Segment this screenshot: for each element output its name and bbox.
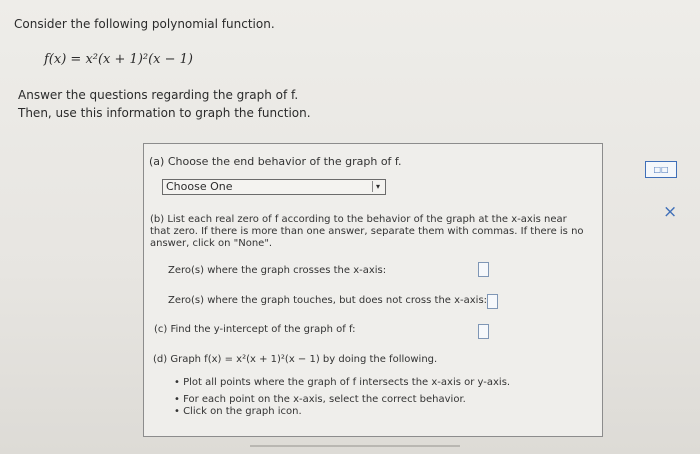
divider <box>250 445 460 447</box>
zero-crosses-input[interactable] <box>478 262 489 277</box>
chevron-down-icon[interactable]: ▾ <box>372 181 383 192</box>
question-line-1: Answer the questions regarding the graph… <box>18 88 299 102</box>
part-b-label: (b) List each real zero of f according t… <box>150 214 584 249</box>
bullet-3: • Click on the graph icon. <box>174 406 302 417</box>
zero-touches-label: Zero(s) where the graph touches, but doe… <box>168 295 488 306</box>
page: Consider the following polynomial functi… <box>0 0 700 454</box>
intro-text: Consider the following polynomial functi… <box>14 17 275 31</box>
bullet-2: • For each point on the x-axis, select t… <box>174 394 466 405</box>
y-intercept-input[interactable] <box>478 324 489 339</box>
end-behavior-select-value: Choose One <box>166 180 233 193</box>
close-icon[interactable]: × <box>663 202 677 222</box>
part-c-label: (c) Find the y-intercept of the graph of… <box>154 324 356 335</box>
question-panel: (a) Choose the end behavior of the graph… <box>143 143 603 437</box>
bullet-1: • Plot all points where the graph of f i… <box>174 377 511 388</box>
part-a-label: (a) Choose the end behavior of the graph… <box>149 155 402 168</box>
part-d-label: (d) Graph f(x) = x²(x + 1)²(x − 1) by do… <box>153 354 438 365</box>
zero-crosses-label: Zero(s) where the graph crosses the x-ax… <box>168 265 387 276</box>
zero-touches-input[interactable] <box>487 294 498 309</box>
main-formula: f(x) = x²(x + 1)²(x − 1) <box>44 52 194 67</box>
end-behavior-select[interactable]: Choose One ▾ <box>162 179 386 195</box>
question-line-2: Then, use this information to graph the … <box>18 106 311 120</box>
keyboard-icon[interactable]: □□ <box>645 161 677 178</box>
